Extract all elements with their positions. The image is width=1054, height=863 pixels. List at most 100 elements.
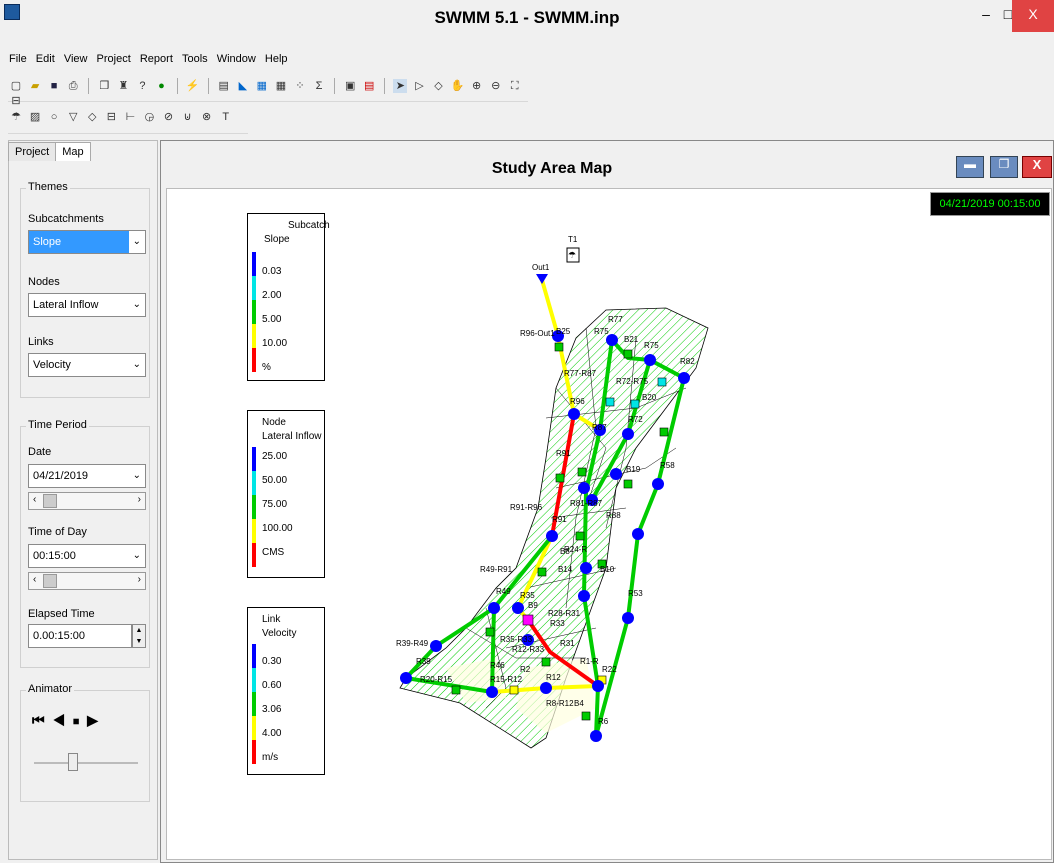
region-icon[interactable]: ◇	[432, 79, 446, 93]
map-label: R72-R75	[616, 377, 649, 386]
scroll-thumb[interactable]	[43, 574, 57, 588]
status-icon[interactable]: ▤	[217, 79, 231, 93]
select-icon[interactable]: ➤	[393, 79, 408, 93]
map-label: R75	[644, 341, 659, 350]
measure-icon[interactable]: ⊟	[9, 94, 23, 108]
scroll-left-icon[interactable]: ‹	[33, 494, 36, 505]
nodes-theme-value: Lateral Inflow	[33, 299, 99, 311]
elapsed-time-field[interactable]: 0.00:15:00	[28, 624, 132, 648]
map-label: R39	[416, 657, 431, 666]
copy-icon[interactable]: ❐	[97, 79, 111, 93]
outlet-icon[interactable]: ⊗	[200, 110, 214, 124]
scatter-icon[interactable]: ⁘	[293, 79, 307, 93]
menu-edit[interactable]: Edit	[33, 48, 58, 70]
menu-help[interactable]: Help	[262, 48, 291, 70]
profile-icon[interactable]: ◣	[236, 79, 250, 93]
find-icon[interactable]: ♜	[116, 79, 130, 93]
zoom-in-icon[interactable]: ⊕	[470, 79, 484, 93]
map-restore-button[interactable]: ❐	[990, 156, 1018, 178]
prefs-icon[interactable]: ▤	[362, 79, 376, 93]
map-label: B4	[574, 699, 584, 708]
network-map[interactable]: ☂ T1 Out1 R96-Out1 B25 R77-R87 R77 R75 R…	[166, 188, 1052, 860]
options-icon[interactable]: ▣	[343, 79, 357, 93]
map-label: R91-R96	[510, 503, 543, 512]
time-of-day-select[interactable]: 00:15:00 ⌄	[28, 544, 146, 568]
date-scrollbar[interactable]: ‹ ›	[28, 492, 146, 510]
map-label: R33	[550, 619, 565, 628]
chevron-down-icon: ⌄	[132, 550, 141, 561]
map-label: R35	[520, 591, 535, 600]
elapsed-time-spinner[interactable]: ▲ ▼	[132, 624, 146, 648]
subcatch-icon[interactable]: ▨	[28, 110, 42, 124]
map-minimize-button[interactable]: ▬	[956, 156, 984, 178]
chevron-down-icon: ⌄	[132, 470, 141, 481]
svg-text:☂: ☂	[568, 250, 576, 260]
date-select[interactable]: 04/21/2019 ⌄	[28, 464, 146, 488]
menu-tools[interactable]: Tools	[179, 48, 211, 70]
overview-icon[interactable]: ●	[155, 79, 169, 93]
menu-view[interactable]: View	[61, 48, 91, 70]
menu-window[interactable]: Window	[214, 48, 259, 70]
raingage-icon[interactable]: ☂	[9, 110, 23, 124]
map-label: R28-R31	[548, 609, 581, 618]
save-icon[interactable]: ■	[47, 79, 61, 93]
map-label: R49-R91	[480, 565, 513, 574]
storage-icon[interactable]: ⊟	[104, 110, 118, 124]
graph-icon[interactable]: ▦	[255, 79, 269, 93]
print-icon[interactable]: ⎙	[66, 79, 80, 93]
full-extent-icon[interactable]: ⛶	[508, 79, 522, 93]
stop-icon[interactable]: ⏹	[73, 714, 87, 728]
map-label: R22	[602, 665, 617, 674]
scroll-right-icon[interactable]: ›	[138, 574, 141, 585]
vertex-icon[interactable]: ▷	[412, 79, 426, 93]
nodes-label: Nodes	[28, 276, 60, 288]
close-button[interactable]: X	[1012, 0, 1054, 32]
orifice-icon[interactable]: ⊘	[162, 110, 176, 124]
chevron-down-icon: ⌄	[132, 236, 141, 247]
map-label: R87	[592, 423, 607, 432]
map-label: R72	[628, 415, 643, 424]
forward-icon[interactable]: ▶	[87, 712, 106, 728]
scroll-thumb[interactable]	[43, 494, 57, 508]
time-period-title: Time Period	[26, 419, 89, 431]
map-close-button[interactable]: X	[1022, 156, 1052, 178]
query-icon[interactable]: ?	[135, 79, 149, 93]
label-icon[interactable]: T	[219, 110, 233, 124]
links-theme-select[interactable]: Velocity ⌄	[28, 353, 146, 377]
scroll-left-icon[interactable]: ‹	[33, 574, 36, 585]
divider-icon[interactable]: ◇	[85, 110, 99, 124]
map-label: R77-R87	[564, 369, 597, 378]
map-label: R2	[520, 665, 531, 674]
time-of-day-label: Time of Day	[28, 526, 87, 538]
rewind-icon[interactable]: ⏮	[32, 712, 53, 728]
weir-icon[interactable]: ⊍	[181, 110, 195, 124]
map-window-title: Study Area Map	[491, 160, 613, 177]
map-label: R20-R15	[420, 675, 453, 684]
new-icon[interactable]: ▢	[9, 79, 23, 93]
tab-project[interactable]: Project	[8, 142, 57, 161]
table-icon[interactable]: ▦	[274, 79, 288, 93]
subcatch-label: Subcatchments	[28, 213, 104, 225]
pan-icon[interactable]: ✋	[451, 79, 465, 93]
open-icon[interactable]: ▰	[28, 79, 42, 93]
pump-icon[interactable]: ◶	[142, 110, 156, 124]
nodes-theme-select[interactable]: Lateral Inflow ⌄	[28, 293, 146, 317]
map-label: R96-Out1	[520, 329, 555, 338]
stats-icon[interactable]: Σ	[312, 79, 326, 93]
scroll-right-icon[interactable]: ›	[138, 494, 141, 505]
conduit-icon[interactable]: ⊢	[123, 110, 137, 124]
back-icon[interactable]: ◀	[53, 712, 74, 728]
time-scrollbar[interactable]: ‹ ›	[28, 572, 146, 590]
subcatch-theme-select[interactable]: Slope ⌄	[28, 230, 146, 254]
map-label: R46	[490, 661, 505, 670]
junction-icon[interactable]: ○	[47, 110, 61, 124]
menu-report[interactable]: Report	[137, 48, 176, 70]
speed-slider[interactable]	[68, 753, 78, 771]
tab-map[interactable]: Map	[55, 142, 91, 161]
menu-file[interactable]: File	[6, 48, 30, 70]
map-label: R82	[680, 357, 695, 366]
menu-project[interactable]: Project	[94, 48, 134, 70]
run-icon[interactable]: ⚡	[186, 79, 200, 93]
zoom-out-icon[interactable]: ⊖	[489, 79, 503, 93]
outfall-icon[interactable]: ▽	[66, 110, 80, 124]
